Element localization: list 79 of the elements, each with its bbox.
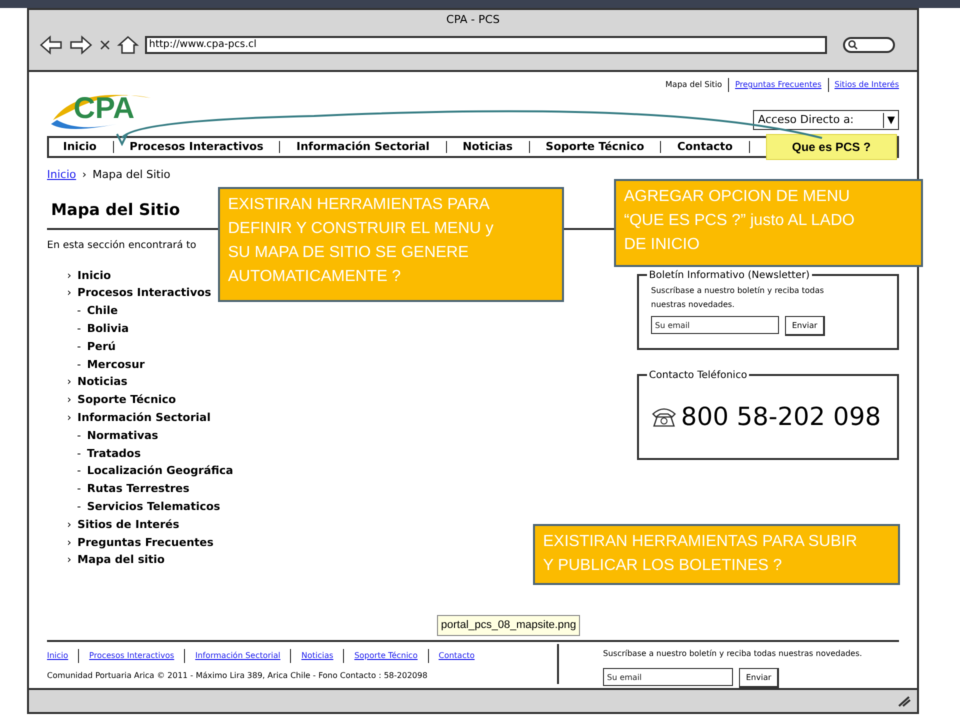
intro-text: En esta sección encontrará to bbox=[47, 239, 196, 253]
close-icon[interactable] bbox=[99, 38, 111, 50]
nav-item[interactable]: Inicio bbox=[63, 138, 97, 156]
sitemap-link[interactable]: Perú bbox=[86, 338, 116, 356]
email-field[interactable]: Su email bbox=[651, 316, 779, 334]
sitemap-link[interactable]: Bolivia bbox=[86, 321, 129, 338]
sitemap-link[interactable]: Procesos Interactivos bbox=[77, 285, 212, 302]
nav-item[interactable]: Información Sectorial bbox=[296, 138, 430, 156]
tooltip: portal_pcs_08_mapsite.png bbox=[437, 615, 580, 636]
nav-item[interactable]: Soporte Técnico bbox=[546, 138, 644, 156]
search-icon bbox=[848, 40, 858, 50]
bullet: › bbox=[67, 410, 72, 426]
footer-newsletter-text: Suscríbase a nuestro boletín y reciba todas nuestras novedades. bbox=[603, 648, 862, 660]
footer-link[interactable]: Procesos Interactivos bbox=[89, 650, 174, 662]
sitemap-link[interactable]: Rutas Terrestres bbox=[86, 481, 190, 498]
bullet: - bbox=[77, 356, 81, 373]
page-title: Mapa del Sitio bbox=[51, 199, 180, 221]
annotation-note: EXISTIRAN HERRAMIENTAS PARA SUBIR Y PUBLICAR LOS BOLETINES ? bbox=[533, 524, 900, 585]
footer-link[interactable]: Contacto bbox=[438, 650, 475, 662]
sitemap-link[interactable]: Soporte Técnico bbox=[77, 392, 176, 409]
sitemap-link[interactable]: Chile bbox=[86, 303, 118, 320]
bullet: - bbox=[77, 499, 81, 515]
sitemap-link[interactable]: Localización Geográfica bbox=[86, 463, 234, 480]
footer-link[interactable]: Noticias bbox=[301, 650, 334, 662]
logo: CPA bbox=[47, 84, 161, 132]
sitemap-link[interactable]: Mapa del sitio bbox=[77, 552, 165, 569]
bullet: › bbox=[67, 516, 72, 533]
breadcrumb-link[interactable]: Inicio bbox=[47, 166, 76, 184]
sitemap-link[interactable]: Tratados bbox=[86, 446, 141, 462]
phone-number: 800 58-202 098 bbox=[681, 401, 881, 434]
annotation-note: AGREGAR OPCION DE MENU “QUE ES PCS ?” justo AL LADO DE INICIO bbox=[614, 179, 923, 267]
sitemap-link[interactable]: Mercosur bbox=[86, 356, 145, 374]
sitemap-link[interactable]: Preguntas Frecuentes bbox=[77, 534, 214, 552]
search-field[interactable] bbox=[843, 36, 895, 52]
copyright-text: Comunidad Portuaria Arica © 2011 - Máximo Lira 389, Arica Chile - Fono Contacto : 58-202098 bbox=[47, 670, 428, 682]
bullet: › bbox=[67, 534, 72, 551]
bullet: › bbox=[67, 552, 72, 568]
nav-item[interactable]: Que es PCS ? bbox=[766, 134, 897, 160]
breadcrumb-separator: › bbox=[82, 166, 87, 183]
address-field[interactable]: http://www.cpa-pcs.cl bbox=[145, 36, 827, 54]
footer-send-button[interactable]: Enviar bbox=[739, 668, 780, 688]
forward-icon[interactable] bbox=[69, 34, 93, 54]
top-link[interactable]: Mapa del Sitio bbox=[665, 79, 722, 91]
sitemap-link[interactable]: Noticias bbox=[77, 374, 128, 391]
bullet: › bbox=[67, 392, 72, 408]
bullet: - bbox=[77, 463, 81, 480]
top-link[interactable]: Sitios de Interés bbox=[834, 79, 899, 91]
nav-item[interactable]: Contacto bbox=[677, 138, 733, 156]
quick-access-select[interactable]: Acceso Directo a: ▼ bbox=[753, 110, 899, 130]
sitemap-link[interactable]: Normativas bbox=[86, 428, 158, 444]
footer-email-field[interactable]: Su email bbox=[603, 668, 733, 686]
footer-link[interactable]: Soporte Técnico bbox=[354, 650, 418, 662]
breadcrumb-current: Mapa del Sitio bbox=[92, 166, 170, 183]
nav-item[interactable]: Noticias bbox=[462, 138, 513, 156]
send-button[interactable]: Enviar bbox=[785, 316, 826, 336]
resize-grip-icon[interactable] bbox=[897, 695, 911, 707]
telephone-icon bbox=[651, 406, 677, 428]
sitemap-link[interactable]: Información Sectorial bbox=[77, 410, 211, 427]
newsletter-text: Suscríbase a nuestro boletín y reciba todas nuestras novedades. bbox=[651, 285, 825, 311]
bullet: › bbox=[67, 268, 72, 284]
nav-item[interactable]: Procesos Interactivos bbox=[130, 138, 264, 156]
footer-link[interactable]: Información Sectorial bbox=[195, 650, 280, 662]
window-title: CPA - PCS bbox=[446, 12, 500, 28]
footer-link[interactable]: Inicio bbox=[47, 650, 68, 662]
sitemap-link[interactable]: Inicio bbox=[77, 268, 111, 284]
annotation-note: EXISTIRAN HERRAMIENTAS PARA DEFINIR Y CONSTRUIR EL MENU y SU MAPA DE SITIO SE GENERE AUTOMATICAMENTE ? bbox=[218, 187, 564, 302]
home-icon[interactable] bbox=[117, 34, 139, 54]
bullet: - bbox=[77, 338, 81, 355]
sitemap-link[interactable]: Servicios Telematicos bbox=[86, 499, 220, 516]
bullet: - bbox=[77, 321, 81, 338]
bullet: - bbox=[77, 303, 81, 320]
back-icon[interactable] bbox=[39, 34, 63, 54]
bullet: - bbox=[77, 428, 81, 444]
bullet: - bbox=[77, 446, 81, 462]
sitemap-link[interactable]: Sitios de Interés bbox=[77, 516, 180, 534]
top-link[interactable]: Preguntas Frecuentes bbox=[735, 79, 822, 91]
bullet: › bbox=[67, 285, 72, 302]
bullet: › bbox=[67, 374, 72, 390]
bullet: - bbox=[77, 481, 81, 498]
